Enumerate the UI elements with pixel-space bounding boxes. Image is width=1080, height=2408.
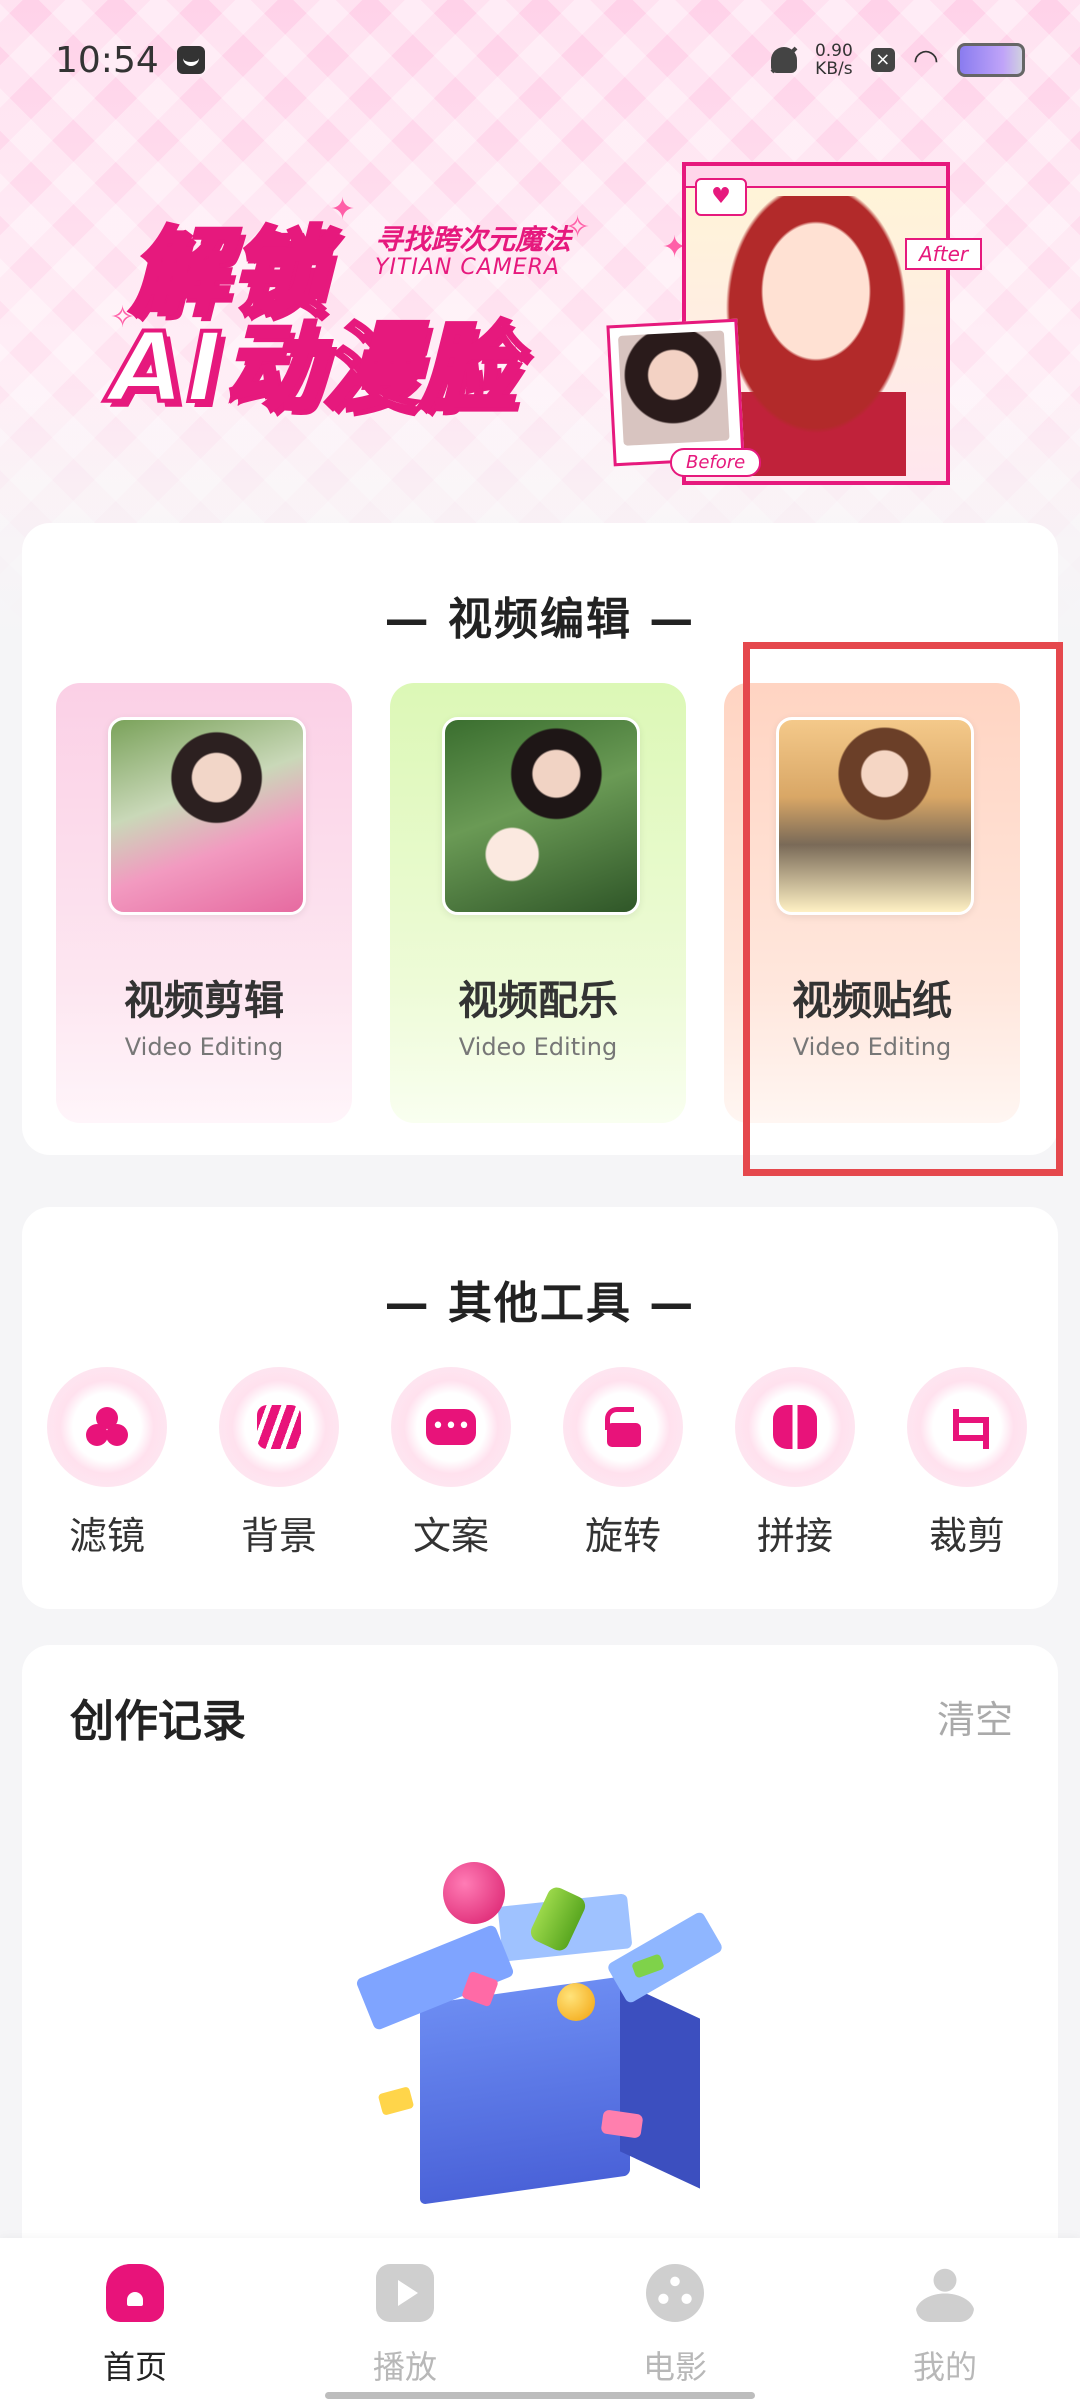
splice-icon: [773, 1405, 817, 1449]
video-tile-thumbnail: [108, 717, 306, 915]
nav-play[interactable]: 播放: [315, 2264, 495, 2388]
mute-bell-icon: [770, 47, 797, 73]
play-icon: [376, 2264, 434, 2322]
tool-label: 裁剪: [928, 1514, 1005, 1558]
nav-profile[interactable]: 我的: [855, 2264, 1035, 2388]
nav-movie[interactable]: 电影: [585, 2264, 765, 2388]
banner-subtitle-cn: 寻找跨次元魔法: [375, 223, 572, 256]
creation-records-card: 创作记录 清空: [22, 1645, 1058, 2285]
tool-copywriting[interactable]: ••• 文案: [386, 1367, 516, 1560]
tool-label: 背景: [240, 1514, 317, 1558]
after-label: After: [905, 238, 983, 270]
bottom-navigation: 首页 播放 电影 我的: [0, 2238, 1080, 2408]
film-reel-icon: [646, 2264, 704, 2322]
wifi-icon: ◠: [912, 42, 939, 78]
tool-label: 旋转: [584, 1514, 661, 1558]
heart-icon: ♥: [695, 178, 747, 216]
message-notification-icon: [176, 46, 205, 74]
nav-label: 首页: [102, 2348, 167, 2386]
tool-filter[interactable]: 滤镜: [42, 1367, 172, 1560]
before-label: Before: [670, 448, 762, 477]
no-sim-icon: ×: [870, 48, 895, 72]
selection-highlight-box: [743, 642, 1063, 1176]
banner-title-line2: AI动漫脸: [108, 310, 519, 426]
sparkle-icon: ✦: [330, 192, 356, 227]
before-photo-card: [606, 318, 745, 467]
sparkle-icon: ✧: [110, 300, 136, 335]
tool-background[interactable]: 背景: [214, 1367, 344, 1560]
tool-crop[interactable]: 裁剪: [902, 1367, 1032, 1560]
clear-records-button[interactable]: 清空: [937, 1689, 1013, 1744]
before-photo: [617, 330, 730, 446]
battery-icon: [957, 43, 1025, 77]
tool-label: 文案: [412, 1514, 489, 1558]
status-bar: 10:54 0.90 KB/s × ◠: [0, 0, 1080, 120]
nav-label: 电影: [642, 2348, 707, 2386]
video-tile-music[interactable]: 视频配乐 Video Editing: [390, 683, 686, 1123]
other-tools-card: — 其他工具 — 滤镜 背景 ••• 文案 旋转 拼接 裁剪: [22, 1207, 1058, 1609]
anime-portrait: [726, 196, 906, 476]
copywriting-icon: •••: [426, 1409, 476, 1445]
tools-section-title: — 其他工具 —: [384, 1278, 696, 1329]
nav-label: 我的: [912, 2348, 977, 2386]
tool-rotate[interactable]: 旋转: [558, 1367, 688, 1560]
nav-home[interactable]: 首页: [45, 2264, 225, 2388]
video-tile-thumbnail: [442, 717, 640, 915]
background-icon: [257, 1405, 301, 1449]
video-tile-subtitle: Video Editing: [124, 1033, 284, 1061]
video-section-title: — 视频编辑 —: [384, 594, 696, 645]
profile-icon: [916, 2264, 974, 2322]
rotate-icon: [601, 1405, 645, 1449]
video-tile-title: 视频剪辑: [124, 978, 284, 1024]
home-icon: [106, 2264, 164, 2322]
gesture-home-bar[interactable]: [325, 2392, 755, 2399]
sparkle-icon: ✧: [565, 210, 591, 245]
video-tile-editing[interactable]: 视频剪辑 Video Editing: [56, 683, 352, 1123]
tool-label: 滤镜: [68, 1514, 145, 1558]
records-title: 创作记录: [70, 1696, 246, 1747]
video-tile-title: 视频配乐: [458, 978, 618, 1024]
banner-subtitle-en: YITIAN CAMERA: [375, 255, 560, 280]
status-time: 10:54: [55, 39, 159, 81]
video-tile-subtitle: Video Editing: [458, 1033, 618, 1061]
network-speed: 0.90 KB/s: [814, 41, 853, 79]
tool-splice[interactable]: 拼接: [730, 1367, 860, 1560]
tool-label: 拼接: [756, 1514, 833, 1558]
nav-label: 播放: [372, 2348, 437, 2386]
crop-icon: [945, 1405, 989, 1449]
filter-icon: [85, 1405, 129, 1449]
